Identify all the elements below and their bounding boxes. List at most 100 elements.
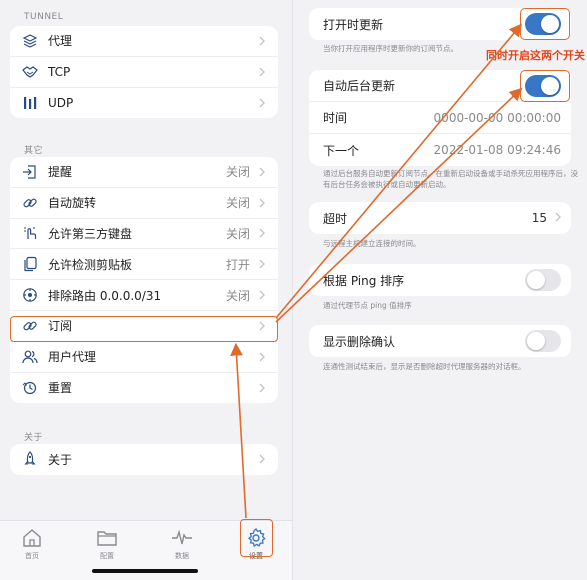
chevron-right-icon	[258, 98, 266, 108]
settings-item-subscription[interactable]: 订阅	[10, 311, 278, 342]
settings-item-label: 提醒	[48, 165, 73, 180]
delete-confirm-desc: 连通性测试结束后，显示是否删除超时代理服务器的对话框。	[323, 362, 526, 371]
settings-item-reminder[interactable]: 提醒 关闭	[10, 157, 278, 188]
settings-item-value: 关闭	[225, 288, 250, 303]
section-title-tunnel: TUNNEL	[24, 12, 64, 22]
tab-label: 数据	[175, 552, 189, 560]
tab-label: 首页	[25, 552, 39, 560]
chevron-right-icon	[258, 67, 266, 77]
settings-item-exclude-route[interactable]: 排除路由 0.0.0.0/31 关闭	[10, 280, 278, 311]
settings-item-about[interactable]: 关于	[10, 444, 278, 475]
chevron-right-icon	[258, 352, 266, 362]
toggle-knob	[527, 332, 545, 350]
enter-icon	[20, 162, 40, 182]
settings-item-clipboard[interactable]: 允许检测剪贴板 打开	[10, 249, 278, 281]
about-group: 关于	[10, 444, 278, 475]
annotation-text: 同时开启这两个开关	[486, 49, 585, 62]
reset-icon	[20, 378, 40, 398]
bg-update-label: 自动后台更新	[323, 79, 396, 93]
chevron-right-icon	[258, 454, 266, 464]
settings-item-label: 代理	[48, 34, 73, 49]
settings-list-pane: TUNNEL 代理 TCP UDP 其它 提醒 关闭 自动旋转 关闭 允许第三方…	[0, 0, 292, 580]
settings-item-label: 允许检测剪贴板	[48, 257, 133, 272]
home-icon	[23, 529, 41, 547]
next-value: 2022-01-08 09:24:46	[433, 143, 561, 157]
time-row: 时间 0000-00-00 00:00:00	[309, 102, 571, 134]
ping-sort-toggle[interactable]	[525, 269, 561, 291]
settings-item-reset[interactable]: 重置	[10, 373, 278, 404]
delete-confirm-row: 显示删除确认	[309, 325, 571, 357]
tab-data[interactable]: 数据	[160, 527, 204, 561]
settings-item-value: 关闭	[225, 226, 250, 241]
settings-item-label: 关于	[48, 452, 73, 467]
layers-icon	[20, 31, 40, 51]
delete-confirm-label: 显示删除确认	[323, 334, 396, 349]
timeout-value: 15	[531, 211, 547, 225]
home-indicator	[92, 569, 198, 573]
timeout-label: 超时	[323, 211, 348, 226]
timeout-group: 超时 15	[309, 202, 571, 234]
chevron-right-icon	[258, 36, 266, 46]
chevron-right-icon	[258, 228, 266, 238]
open-update-label: 打开时更新	[323, 17, 384, 32]
clipboard-icon	[20, 254, 40, 274]
tab-label: 配置	[100, 552, 114, 560]
open-update-toggle-highlight	[520, 8, 570, 40]
settings-item-label: 订阅	[48, 319, 73, 334]
activity-icon	[172, 529, 192, 545]
settings-item-value: 关闭	[225, 196, 250, 211]
delete-confirm-toggle[interactable]	[525, 330, 561, 352]
ping-sort-desc: 通过代理节点 ping 值排序	[323, 301, 412, 310]
handshake-icon	[20, 62, 40, 82]
globe-icon	[20, 285, 40, 305]
toggle-knob	[527, 271, 545, 289]
section-title-other: 其它	[24, 146, 44, 156]
settings-item-auto-rotate[interactable]: 自动旋转 关闭	[10, 188, 278, 219]
next-row: 下一个 2022-01-08 09:24:46	[309, 134, 571, 166]
settings-item-value: 关闭	[225, 165, 250, 180]
bg-update-toggle-highlight	[520, 70, 570, 102]
timeout-desc: 与远程主机建立连接的时间。	[323, 239, 421, 248]
rocket-icon	[20, 449, 40, 469]
timeout-row[interactable]: 超时 15	[309, 202, 571, 234]
ping-sort-row: 根据 Ping 排序	[309, 264, 571, 296]
other-group: 提醒 关闭 自动旋转 关闭 允许第三方键盘 关闭 允许检测剪贴板 打开 排除路由…	[10, 157, 278, 404]
chevron-right-icon	[258, 290, 266, 300]
settings-item-label: TCP	[48, 64, 71, 79]
ping-sort-label: 根据 Ping 排序	[323, 273, 405, 288]
udp-bars-icon	[20, 93, 40, 113]
bg-update-desc: 通过后台服务自动更新订阅节点。在重新启动设备或手动杀死应用程序后，没有后台任务会…	[323, 169, 578, 189]
time-value: 0000-00-00 00:00:00	[433, 110, 561, 125]
chevron-right-icon	[258, 383, 266, 393]
users-icon	[20, 347, 40, 367]
chevron-right-icon	[258, 321, 266, 331]
settings-item-label: UDP	[48, 95, 74, 110]
link-icon	[20, 193, 40, 213]
tab-home[interactable]: 首页	[10, 527, 54, 561]
settings-item-label: 自动旋转	[48, 196, 97, 211]
tunnel-group: 代理 TCP UDP	[10, 26, 278, 119]
settings-tab-highlight-box	[240, 519, 273, 557]
settings-item-label: 用户代理	[48, 350, 97, 365]
settings-item-label: 排除路由 0.0.0.0/31	[48, 288, 162, 303]
keyboard-touch-icon	[20, 223, 40, 243]
link-icon	[20, 316, 40, 336]
settings-item-label: 允许第三方键盘	[48, 226, 133, 241]
settings-item-tcp[interactable]: TCP	[10, 57, 278, 88]
settings-item-user-agent[interactable]: 用户代理	[10, 342, 278, 373]
ping-sort-group: 根据 Ping 排序	[309, 264, 571, 296]
next-label: 下一个	[323, 143, 360, 158]
delete-confirm-group: 显示删除确认	[309, 325, 571, 357]
settings-item-value: 打开	[225, 257, 250, 272]
chevron-right-icon	[258, 259, 266, 269]
settings-item-proxy[interactable]: 代理	[10, 26, 278, 57]
time-label: 时间	[323, 111, 348, 125]
folder-icon	[97, 531, 117, 546]
section-title-about: 关于	[24, 433, 44, 443]
chevron-right-icon	[258, 198, 266, 208]
settings-item-label: 重置	[48, 381, 73, 396]
tab-config[interactable]: 配置	[85, 527, 129, 561]
settings-item-third-party-keyboard[interactable]: 允许第三方键盘 关闭	[10, 219, 278, 250]
chevron-right-icon	[555, 211, 561, 225]
settings-item-udp[interactable]: UDP	[10, 88, 278, 119]
